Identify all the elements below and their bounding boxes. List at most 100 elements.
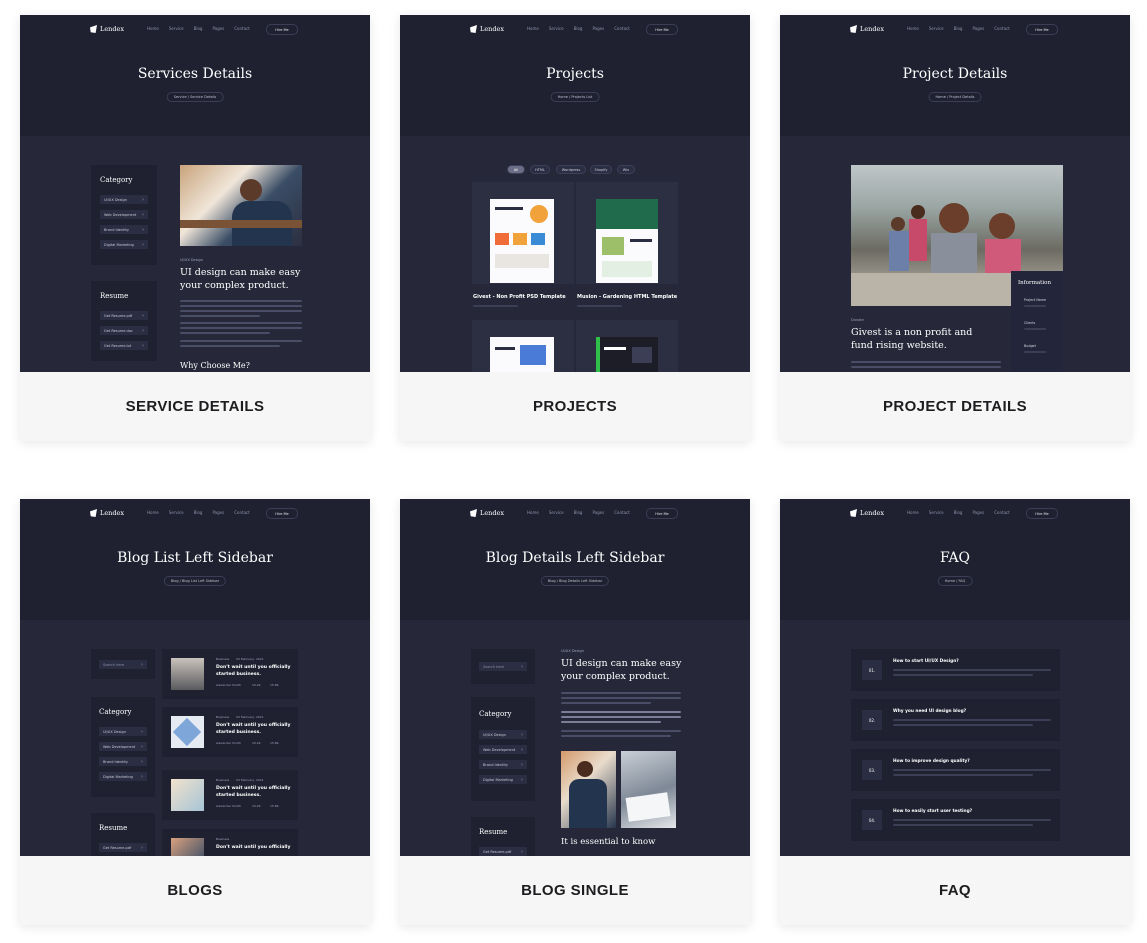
- nav-menu: Home Service Blog Pages Contact: [907, 510, 1010, 515]
- info-item: Budget: [1024, 344, 1036, 348]
- text-line: [561, 711, 681, 713]
- post-likes: 10.2K: [252, 683, 261, 687]
- preview-projects: Lendex Home Service Blog Pages Contact H…: [400, 15, 750, 372]
- nav-pages: Pages: [972, 26, 985, 31]
- hero-title: Projects: [546, 66, 604, 82]
- hire-button: Hire Me: [1026, 24, 1058, 35]
- nav-service: Service: [548, 510, 564, 515]
- nav-contact: Contact: [994, 510, 1010, 515]
- card-blog-single[interactable]: Lendex Home Service Blog Pages Contact H…: [400, 499, 750, 925]
- category-item: Digital Marketing: [99, 772, 147, 781]
- card-label[interactable]: PROJECT DETAILS: [780, 372, 1130, 441]
- text-line: [893, 669, 1051, 671]
- logo: Lendex: [90, 23, 124, 35]
- card-projects[interactable]: Lendex Home Service Blog Pages Contact H…: [400, 15, 750, 441]
- post-author: Alexander Smith: [216, 683, 241, 687]
- resume-item: Get Resume.pdf: [99, 843, 147, 852]
- hire-button: Hire Me: [266, 24, 298, 35]
- project-title: Givest - Non Profit PSD Template: [473, 294, 566, 300]
- post-title-2: started business.: [216, 672, 261, 677]
- post-title-1: Don't wait until you officially: [216, 845, 291, 850]
- faq-number: 01.: [862, 660, 882, 680]
- person-head: [577, 761, 593, 777]
- faq-number: 04.: [862, 810, 882, 830]
- hero: Lendex Home Service Blog Pages Contact H…: [400, 499, 750, 620]
- card-faq[interactable]: Lendex Home Service Blog Pages Contact H…: [780, 499, 1130, 925]
- nav-home: Home: [907, 510, 919, 515]
- post-image: [180, 165, 302, 246]
- post-title-2: started business.: [216, 730, 261, 735]
- thumb-bar: [596, 337, 600, 372]
- post-comments: 15.8K: [270, 804, 279, 808]
- text-line: [893, 674, 1033, 676]
- resume-panel: Resume Get Resume.pdf Get Resume.doc Get…: [91, 281, 157, 361]
- card-service-details[interactable]: Lendex Home Service Blog Pages Contact H…: [20, 15, 370, 441]
- card-label[interactable]: SERVICE DETAILS: [20, 372, 370, 441]
- project-thumb: [596, 337, 658, 372]
- nav-menu: Home Service Blog Pages Contact: [907, 26, 1010, 31]
- post-title-1: Don't wait until you officially: [216, 723, 291, 728]
- post-image: [621, 751, 676, 828]
- card-label[interactable]: FAQ: [780, 856, 1130, 925]
- text-line: [180, 345, 280, 347]
- post-meta: UI/UX Design: [561, 649, 584, 653]
- text-line: [180, 300, 302, 302]
- category-title: Category: [99, 708, 132, 716]
- nav-menu: Home Service Blog Pages Contact: [147, 26, 250, 31]
- blog-post: Business 24 February, 2021 Don't wait un…: [162, 770, 298, 820]
- info-title: Information: [1018, 280, 1052, 286]
- hero: Lendex Home Service Blog Pages Contact H…: [20, 499, 370, 620]
- card-label[interactable]: BLOGS: [20, 856, 370, 925]
- post-comments: 15.8K: [270, 741, 279, 745]
- post-tag: Business: [216, 715, 230, 719]
- breadcrumb: Blog / Blog Details Left Sidebar: [540, 576, 610, 586]
- card-project-details[interactable]: Lendex Home Service Blog Pages Contact H…: [780, 15, 1130, 441]
- category-item: Digital Marketing: [479, 775, 527, 784]
- thumb-circle: [530, 205, 548, 223]
- project-thumb: [490, 337, 554, 372]
- faq-question: How to improve design quality?: [893, 759, 970, 764]
- category-title: Category: [100, 176, 133, 184]
- text-line: [180, 315, 260, 317]
- category-item: Brand Identity: [99, 757, 147, 766]
- text-line: [893, 819, 1051, 821]
- filter-wix: Wix: [617, 165, 635, 174]
- thumb-shape: [172, 717, 202, 747]
- nav-service: Service: [168, 26, 184, 31]
- thumb-block: [495, 233, 509, 245]
- text-line: [561, 702, 651, 704]
- paper: [625, 792, 671, 822]
- nav-contact: Contact: [234, 26, 250, 31]
- nav-menu: Home Service Blog Pages Contact: [527, 26, 630, 31]
- hire-button: Hire Me: [646, 24, 678, 35]
- text-line: [180, 310, 302, 312]
- text-line: [893, 724, 1033, 726]
- nav-contact: Contact: [234, 510, 250, 515]
- preview-blog-single: Lendex Home Service Blog Pages Contact H…: [400, 499, 750, 856]
- project-card: [576, 320, 678, 372]
- brand-name: Lendex: [480, 509, 505, 517]
- nav-blog: Blog: [953, 26, 963, 31]
- second-heading: It is essential to know: [561, 837, 656, 847]
- post-date: 24 February, 2021: [236, 657, 264, 661]
- project-title: Musion - Gardening HTML Template: [577, 294, 678, 300]
- hero: Lendex Home Service Blog Pages Contact H…: [780, 499, 1130, 620]
- nav-menu: Home Service Blog Pages Contact: [147, 510, 250, 515]
- text-line: [851, 366, 1001, 368]
- post-thumb: [171, 779, 204, 811]
- post-title-1: Givest is a non profit and: [851, 327, 973, 338]
- child-body: [931, 233, 977, 273]
- blog-post: Business Don't wait until you officially: [162, 829, 298, 856]
- card-label[interactable]: PROJECTS: [400, 372, 750, 441]
- post-title-1: Don't wait until you officially: [216, 665, 291, 670]
- preview-faq: Lendex Home Service Blog Pages Contact H…: [780, 499, 1130, 856]
- hero-title: FAQ: [939, 550, 971, 566]
- nav-contact: Contact: [614, 26, 630, 31]
- logo-icon: [90, 25, 97, 33]
- text-line: [577, 305, 622, 307]
- card-blogs[interactable]: Lendex Home Service Blog Pages Contact H…: [20, 499, 370, 925]
- info-item: Clients: [1024, 321, 1036, 325]
- child-body: [909, 219, 927, 261]
- faq-question: How to easily start user testing?: [893, 809, 973, 814]
- card-label[interactable]: BLOG SINGLE: [400, 856, 750, 925]
